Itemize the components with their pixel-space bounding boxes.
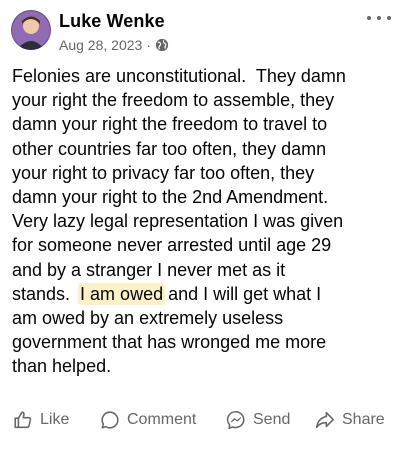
post-text-line: other countries far too often, they damn — [12, 138, 327, 159]
share-arrow-icon — [315, 411, 335, 429]
like-button[interactable]: Like — [12, 404, 69, 436]
post-text-line: and by a stranger I never met as it — [12, 259, 286, 280]
post-text-line: damn your right to the 2nd Amendment. — [12, 186, 329, 207]
globe-icon[interactable] — [155, 38, 169, 52]
meta-separator: · — [146, 37, 151, 53]
author-name[interactable]: Luke Wenke — [59, 11, 165, 32]
more-options-icon[interactable] — [367, 11, 391, 25]
post-text-line: damn your right the freedom to travel to — [12, 114, 328, 135]
messenger-icon — [226, 410, 245, 430]
text-after-highlight: and I will get what I — [163, 283, 322, 304]
post-actions-bar: Like Comment Send Share — [0, 404, 400, 436]
send-label: Send — [253, 411, 291, 428]
post-text-line: than helped. — [12, 356, 112, 377]
post-meta: Aug 28, 2023 · — [59, 36, 169, 54]
post-header: Luke Wenke Aug 28, 2023 · — [11, 9, 391, 57]
post-text-line: for someone never arrested until age 29 — [12, 235, 332, 256]
highlighted-phrase: I am owed — [78, 282, 166, 305]
send-button[interactable]: Send — [225, 404, 290, 436]
like-label: Like — [40, 411, 70, 428]
comment-label: Comment — [127, 411, 197, 428]
comment-bubble-icon — [101, 411, 119, 429]
text-before-highlight: stands. — [12, 283, 81, 304]
avatar-image — [11, 10, 51, 50]
post-text: Felonies are unconstitutional. They damn… — [12, 64, 390, 378]
comment-button[interactable]: Comment — [99, 404, 196, 436]
share-label: Share — [342, 411, 385, 428]
post-text-line: am owed by an extremely useless — [12, 307, 284, 328]
share-button[interactable]: Share — [314, 404, 385, 436]
avatar[interactable] — [11, 10, 51, 50]
post-text-line: your right to privacy far too often, the… — [12, 162, 315, 183]
post-text-line: Very lazy legal representation I was giv… — [12, 211, 344, 232]
post-text-line: your right the freedom to assemble, they — [12, 90, 335, 111]
post-text-line: Felonies are unconstitutional. They damn — [12, 66, 346, 86]
post-text-line: government that has wronged me more — [12, 332, 327, 353]
post-text-line-highlighted: stands. I am owed and I will get what I — [12, 282, 390, 306]
post-date[interactable]: Aug 28, 2023 — [59, 37, 142, 53]
thumbs-up-icon — [14, 411, 32, 429]
